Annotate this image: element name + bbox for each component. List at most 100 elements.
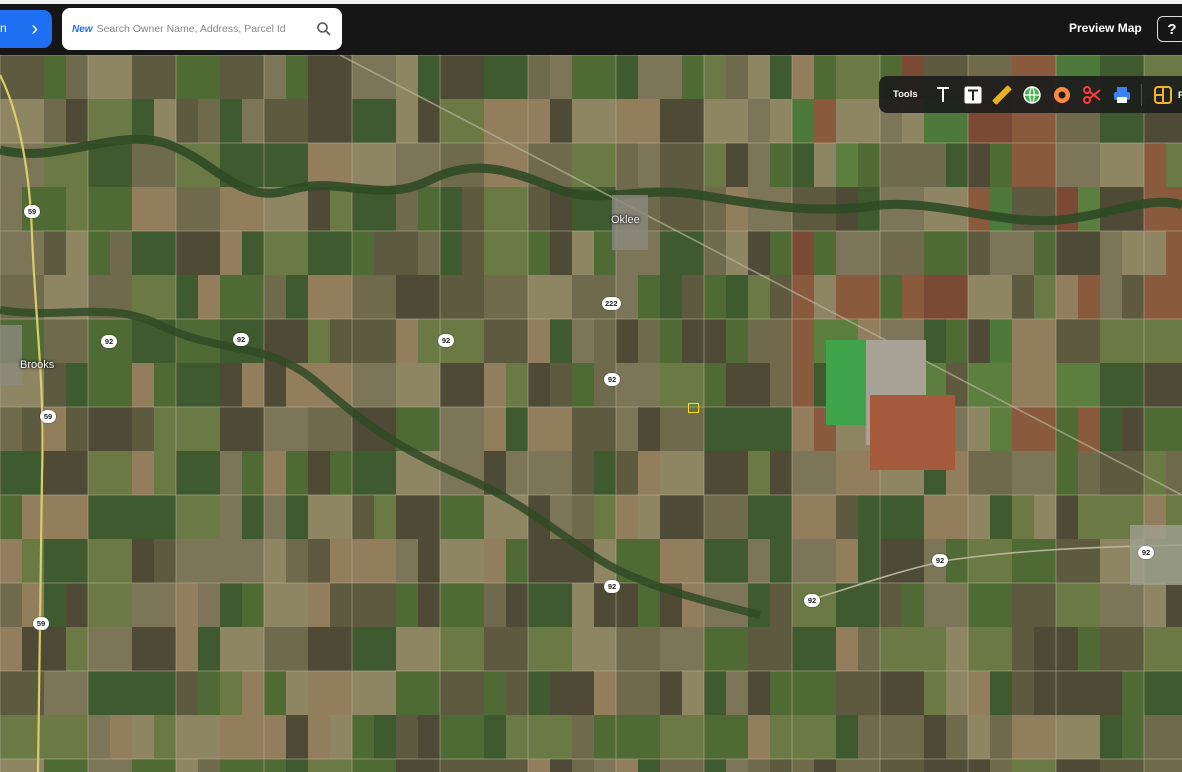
map-field-tile	[990, 231, 1012, 275]
print-tool-icon[interactable]	[1107, 81, 1137, 109]
map-field-tile	[352, 275, 396, 319]
map-field-tile	[44, 319, 88, 363]
map-field-tile	[1100, 363, 1122, 407]
map-field-tile	[946, 671, 968, 715]
map-field-tile	[528, 407, 572, 451]
map-field-tile	[550, 759, 572, 772]
search-icon[interactable]	[316, 21, 332, 37]
nav-expand-button[interactable]: n ›	[0, 10, 52, 48]
map-field-tile	[968, 539, 1012, 583]
help-button[interactable]: ?	[1157, 16, 1182, 42]
map-field-tile	[1012, 275, 1034, 319]
map-field-tile	[154, 539, 176, 583]
map-field-tile	[0, 627, 22, 671]
map-field-tile	[836, 539, 858, 583]
buffer-tool-icon[interactable]	[1047, 81, 1077, 109]
map-field-tile	[660, 539, 704, 583]
map-field-tile	[924, 671, 946, 715]
selected-parcel-marker[interactable]	[688, 403, 699, 413]
map-field-tile	[440, 583, 484, 627]
map-field-tile	[154, 99, 176, 143]
map-field-tile	[66, 99, 88, 143]
map-field-tile	[1012, 715, 1056, 759]
map-field-tile	[418, 187, 440, 231]
text-box-tool-icon[interactable]	[958, 81, 988, 109]
map-field-tile	[660, 275, 682, 319]
map-field-tile	[44, 715, 88, 759]
map-field-tile	[638, 55, 660, 99]
map-field-tile	[110, 539, 132, 583]
map-field-tile	[748, 275, 770, 319]
map-field-tile	[484, 583, 506, 627]
map-field-tile	[748, 143, 770, 187]
map-field-tile	[220, 231, 242, 275]
map-field-tile	[176, 539, 220, 583]
map-field-tile	[264, 583, 308, 627]
map-field-tile	[968, 583, 1012, 627]
map-field-tile	[528, 319, 550, 363]
map-field-tile	[1078, 495, 1100, 539]
scissors-tool-icon[interactable]	[1077, 81, 1107, 109]
map-field-tile	[1144, 143, 1166, 187]
map-field-tile	[374, 495, 396, 539]
map-field-tile	[968, 671, 990, 715]
map-field-tile	[704, 539, 748, 583]
map-field-tile	[374, 231, 396, 275]
route-shield: 92	[233, 333, 249, 346]
map-field-tile	[528, 451, 572, 495]
map-field-tile	[572, 99, 594, 143]
measure-tool-icon[interactable]	[987, 81, 1017, 109]
text-tool-icon[interactable]	[928, 81, 958, 109]
map-field-tile	[1144, 715, 1182, 759]
map-field-tile	[682, 319, 704, 363]
toolbar-divider	[1141, 83, 1143, 106]
map-field-tile	[704, 319, 726, 363]
map-field-tile	[220, 759, 264, 772]
toolbar-overflow-label: Pa	[1178, 89, 1182, 100]
map-field-tile	[264, 275, 286, 319]
map-field-tile	[968, 363, 1012, 407]
globe-tool-icon[interactable]	[1017, 81, 1047, 109]
map-field-tile	[924, 759, 968, 772]
map-field-tile	[176, 187, 220, 231]
map-field-tile	[1056, 319, 1100, 363]
map-field-tile	[484, 55, 528, 99]
map-field-tile	[220, 451, 242, 495]
map-field-tile	[880, 671, 924, 715]
map-field-tile	[1056, 407, 1078, 451]
map-field-tile	[792, 363, 814, 407]
search-input[interactable]	[96, 23, 316, 35]
search-bar[interactable]: New	[62, 8, 342, 50]
map-field-tile	[264, 495, 286, 539]
map-field-tile	[176, 407, 220, 451]
map-field-tile	[968, 627, 1012, 671]
map-field-tile	[968, 143, 990, 187]
map-field-tile	[704, 275, 726, 319]
map-field-tile	[352, 55, 396, 99]
map-field-tile	[88, 583, 132, 627]
map-field-tile	[66, 231, 88, 275]
map-field-tile	[792, 759, 814, 772]
satellite-map[interactable]: Oklee Brooks 222 92 92 92 92 92 92 92 92…	[0, 55, 1182, 772]
map-field-tile	[484, 187, 528, 231]
map-field-tile	[638, 407, 660, 451]
map-field-tile	[616, 275, 638, 319]
preview-map-button[interactable]: Preview Map	[1069, 21, 1142, 35]
map-field-tile	[946, 539, 968, 583]
map-field-tile	[396, 539, 418, 583]
map-field-tile	[1056, 451, 1078, 495]
map-field-tile	[748, 319, 792, 363]
map-field-tile	[352, 759, 396, 772]
map-field-tile	[440, 363, 484, 407]
map-field-tile	[1144, 627, 1182, 671]
map-field-tile	[748, 671, 770, 715]
map-field-tile	[198, 275, 220, 319]
panel-tool-icon[interactable]	[1148, 81, 1178, 109]
map-field-tile	[968, 715, 990, 759]
map-field-tile	[264, 451, 286, 495]
map-field-tile	[726, 231, 748, 275]
map-field-tile	[924, 715, 946, 759]
map-field-tile	[528, 583, 572, 627]
map-field-tile	[176, 671, 198, 715]
map-field-tile	[924, 495, 968, 539]
